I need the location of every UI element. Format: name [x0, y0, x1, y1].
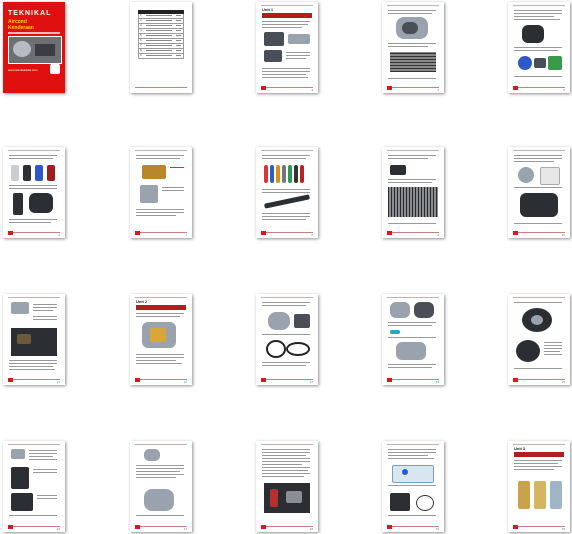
valve-photo	[140, 185, 158, 203]
page-thumbnail-16[interactable]: 16	[3, 441, 65, 532]
cover-subtitle: Aircond Kenderaan	[8, 19, 34, 31]
page-thumbnail-18[interactable]: 18	[256, 441, 318, 532]
expansion-valve-photo	[142, 165, 166, 179]
unit-heading-bar	[514, 452, 564, 457]
unit-heading-bar	[136, 305, 186, 310]
page-thumbnail-9[interactable]: 9	[382, 147, 444, 238]
compressor-photo	[390, 302, 410, 318]
component-photo	[144, 449, 160, 461]
page-thumbnail-14[interactable]: 14	[382, 294, 444, 385]
drier-photo	[11, 165, 19, 181]
blower-photo	[518, 167, 534, 183]
compressor-photo	[264, 32, 284, 46]
blower-motor-photo	[520, 193, 558, 217]
publisher-logo	[50, 64, 60, 74]
page-footer-line	[135, 87, 187, 88]
page-thumbnail-13[interactable]: 13	[256, 294, 318, 385]
component-photo	[390, 493, 410, 511]
drive-belt-photo	[266, 340, 286, 358]
component-photo	[288, 34, 310, 44]
refrigerant-can-photo	[518, 481, 530, 509]
unit-label: Unit 2	[136, 299, 148, 304]
compressor-photo	[396, 342, 426, 360]
fan-photo	[518, 56, 532, 70]
page-thumbnail-17[interactable]: 17	[130, 441, 192, 532]
page-thumbnail-4[interactable]: 4	[382, 2, 444, 93]
page-thumbnail-8[interactable]: 8	[256, 147, 318, 238]
hose-photo	[263, 194, 311, 209]
page-thumbnail-20[interactable]: Unit 3 20	[508, 441, 570, 532]
clutch-coil-photo	[516, 340, 540, 362]
cover-photo-part	[13, 41, 31, 57]
cover-photo-part	[35, 44, 55, 56]
cover-title: TEKNIKAL	[8, 10, 52, 17]
page-thumbnail-2-contents[interactable]: 1 2 3 4 5 6 7 8 9	[130, 2, 192, 93]
toc-row: 9	[138, 53, 184, 59]
refrigerant-cycle-diagram	[392, 465, 434, 483]
page-thumbnail-3[interactable]: Unit 1 3	[256, 2, 318, 93]
unit-heading-bar	[262, 13, 312, 18]
gauge-photo	[11, 467, 29, 489]
cover-divider	[8, 32, 60, 34]
page-thumbnail-6[interactable]: 6	[3, 147, 65, 238]
page-thumbnail-15[interactable]: 15	[508, 294, 570, 385]
compressor-photo	[144, 489, 174, 511]
o-ring-photo	[416, 495, 434, 511]
page-thumbnail-10[interactable]: 10	[508, 147, 570, 238]
page-thumbnail-12[interactable]: Unit 2 12	[130, 294, 192, 385]
evaporator-photo	[388, 187, 438, 217]
page-thumbnail-11[interactable]: 11	[3, 294, 65, 385]
page-header-line	[261, 5, 313, 6]
cover-url: www.teknikaldata.com	[8, 68, 38, 72]
page-thumbnail-1-cover[interactable]: TEKNIKAL Aircond Kenderaan www.teknikalda…	[3, 2, 65, 93]
page-thumbnail-7[interactable]: 7	[130, 147, 192, 238]
condenser-photo	[390, 52, 436, 72]
page-thumbnail-5[interactable]: 5	[508, 2, 570, 93]
compressor-photo	[268, 312, 290, 330]
unit-label: Unit 3	[514, 446, 526, 451]
tool-photo	[11, 493, 33, 511]
component-photo	[522, 25, 544, 43]
component-photo	[264, 50, 282, 62]
unit-label: Unit 1	[262, 7, 274, 12]
page-thumbnail-19[interactable]: 19	[382, 441, 444, 532]
